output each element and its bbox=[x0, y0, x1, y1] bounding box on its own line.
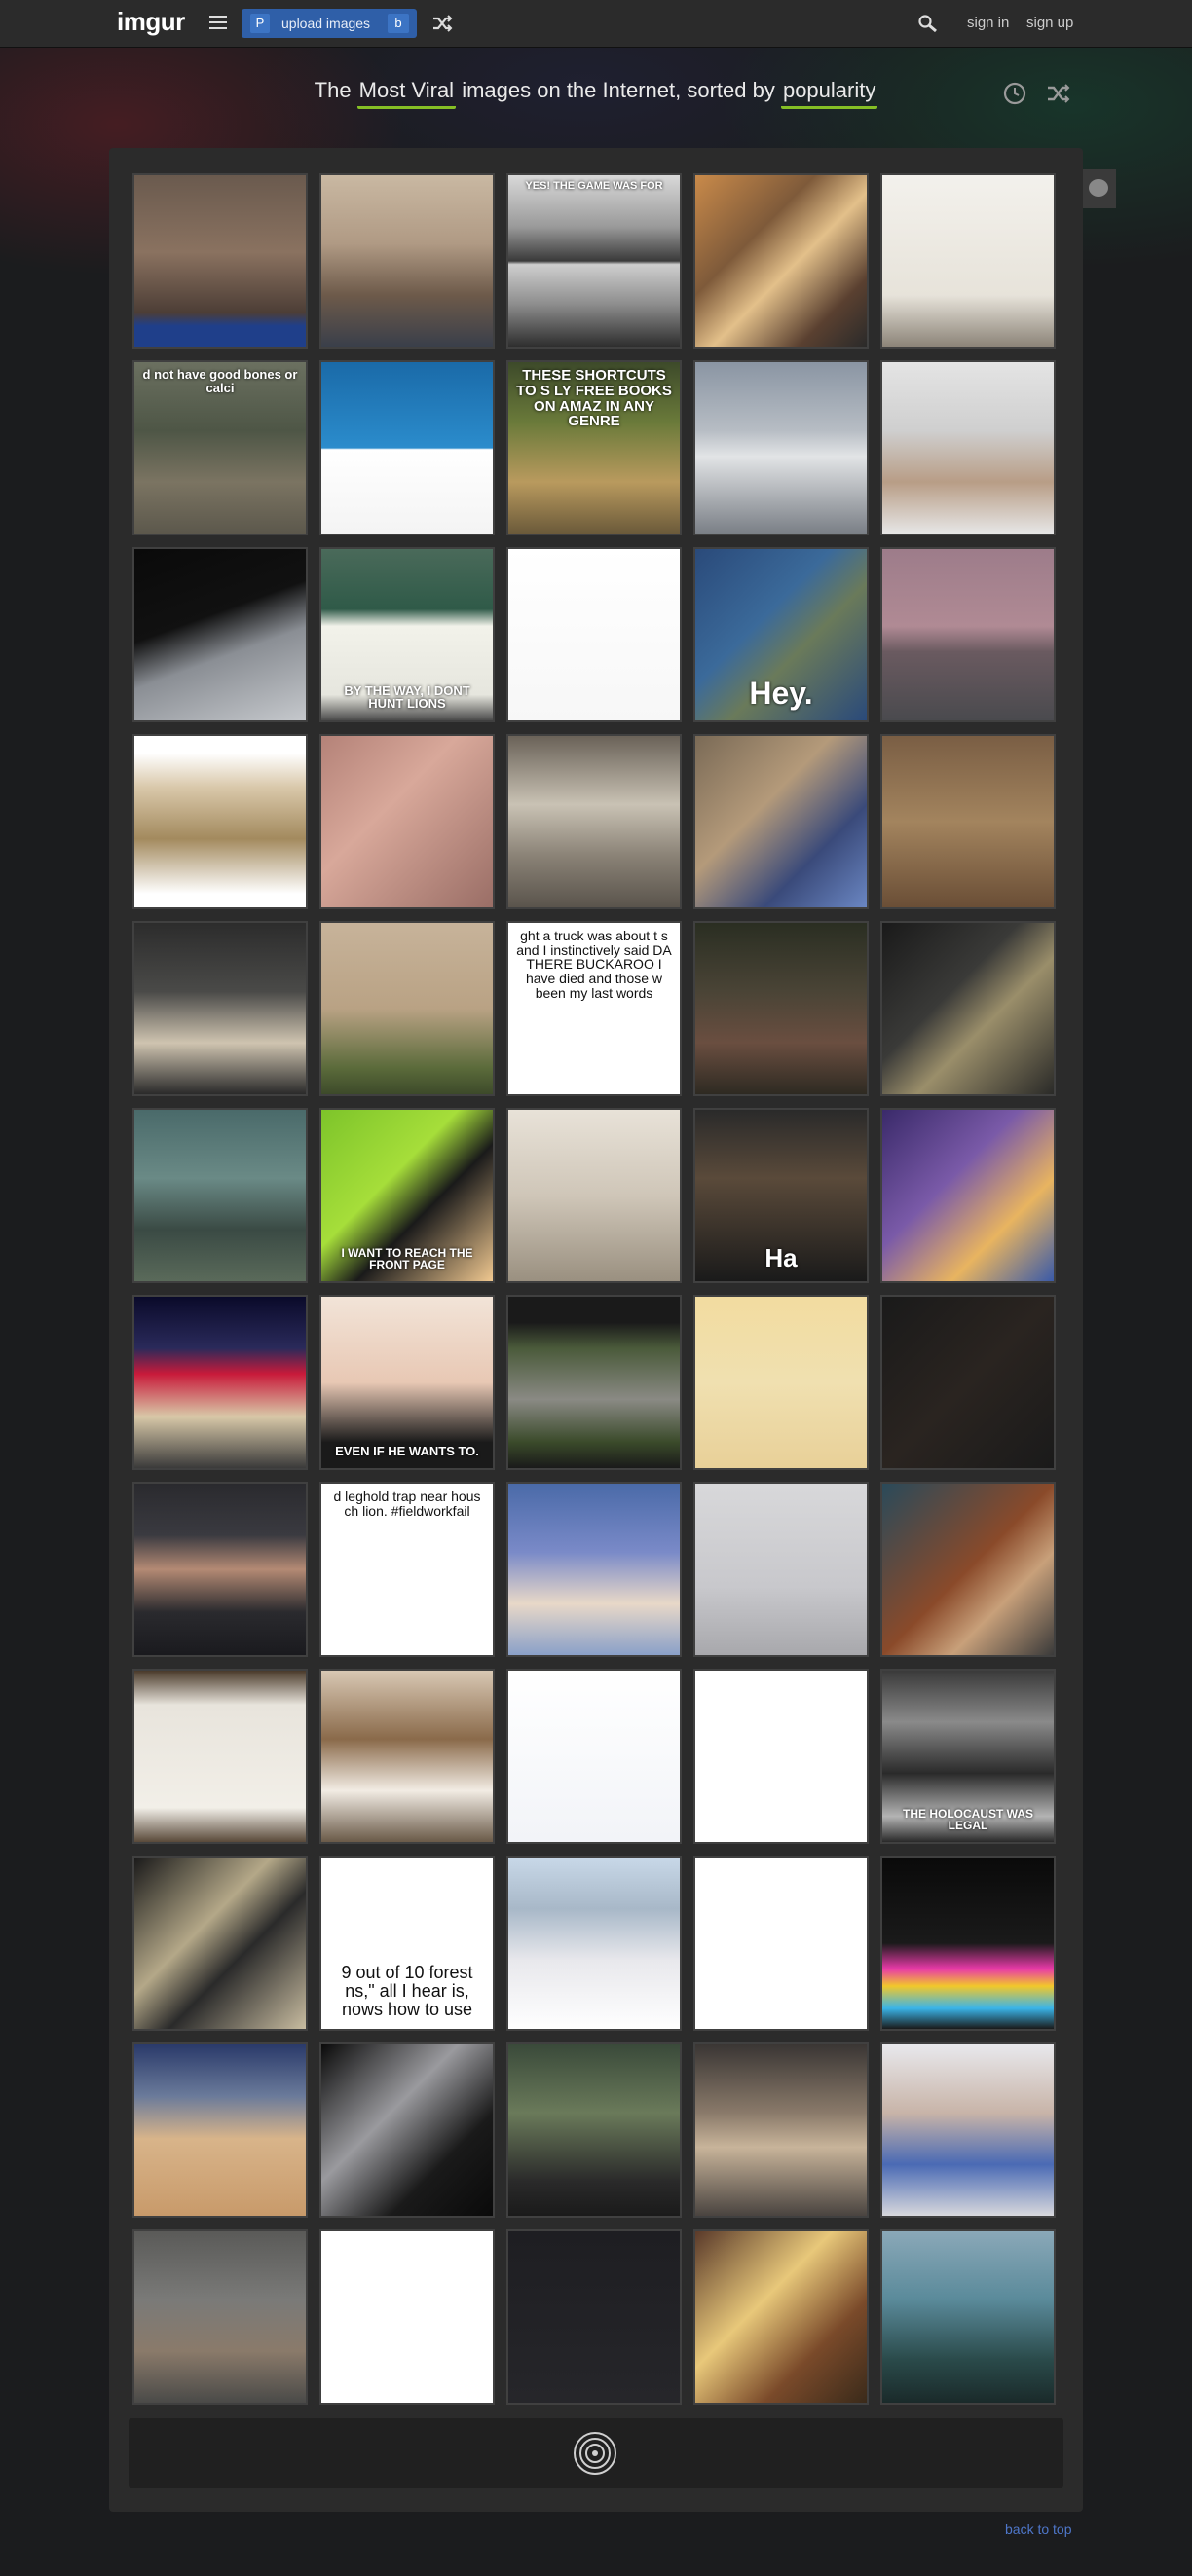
gallery-image-baby-meme[interactable]: EVEN IF HE WANTS TO. bbox=[319, 1295, 495, 1470]
clock-icon[interactable] bbox=[1003, 82, 1026, 105]
gallery-image-buckaroo-text[interactable]: ght a truck was about t s and I instinct… bbox=[506, 921, 682, 1096]
gallery-image-dark-man[interactable] bbox=[880, 1295, 1056, 1470]
gallery-image-facebook-comments[interactable] bbox=[506, 1669, 682, 1844]
gallery-image-car-dashboard[interactable] bbox=[880, 921, 1056, 1096]
gallery-image-code-editor[interactable] bbox=[506, 2229, 682, 2405]
gallery-image-painting-bed[interactable] bbox=[880, 1482, 1056, 1657]
chat-bubble-icon bbox=[1089, 179, 1108, 197]
gallery-image-tweet-fieldworkfail[interactable]: d leghold trap near hous ch lion. #field… bbox=[319, 1482, 495, 1657]
gallery-image-spray-bottle[interactable] bbox=[880, 734, 1056, 909]
gallery-image-cartoon-front-page[interactable]: I WANT TO REACH THE FRONT PAGE bbox=[319, 1108, 495, 1283]
upload-images-button[interactable]: P upload images b bbox=[242, 9, 417, 38]
upload-b-badge: b bbox=[388, 14, 409, 33]
gallery-image-store-shoppers[interactable] bbox=[880, 2042, 1056, 2218]
gallery-image-two-men-scene[interactable] bbox=[506, 2042, 682, 2218]
gallery-image-manta-ray-tweet[interactable] bbox=[319, 360, 495, 535]
image-caption: THESE SHORTCUTS TO S LY FREE BOOKS ON AM… bbox=[516, 367, 672, 430]
gallery-image-fantasy-tower[interactable] bbox=[880, 2229, 1056, 2405]
gallery-image-two-men-handshake[interactable] bbox=[319, 173, 495, 349]
gallery-image-runway-plane[interactable] bbox=[880, 547, 1056, 722]
gallery-image-couple-photo[interactable] bbox=[506, 1856, 682, 2031]
image-caption: BY THE WAY, I DONT HUNT LIONS bbox=[344, 682, 470, 712]
gallery-image-star-wars-model[interactable] bbox=[880, 360, 1056, 535]
gallery-image-kitchen-photo[interactable] bbox=[132, 734, 308, 909]
gallery-image-rainbow-road[interactable] bbox=[880, 1856, 1056, 2031]
gallery-image-crowd-horses[interactable] bbox=[693, 921, 869, 1096]
hamburger-menu-icon[interactable] bbox=[209, 16, 227, 29]
back-to-top-link[interactable]: back to top bbox=[1005, 2521, 1072, 2537]
gallery-image-cigarette-butts[interactable] bbox=[693, 173, 869, 349]
gallery-image-forest-quote[interactable]: 9 out of 10 forest ns," all I hear is, n… bbox=[319, 1856, 495, 2031]
gallery-image-duck-meme[interactable]: THESE SHORTCUTS TO S LY FREE BOOKS ON AM… bbox=[506, 360, 682, 535]
search-icon[interactable] bbox=[917, 14, 939, 33]
gallery-image-tile-floor[interactable] bbox=[132, 1856, 308, 2031]
gallery-image-laughing-man[interactable]: Ha bbox=[693, 1108, 869, 1283]
gallery-image-cartoon-shopping[interactable] bbox=[880, 1108, 1056, 1283]
gallery-image-hand-pacifier[interactable] bbox=[319, 734, 495, 909]
gallery-image-skyrim-scene[interactable]: d not have good bones or calci bbox=[132, 360, 308, 535]
image-caption: d not have good bones or calci bbox=[142, 367, 298, 395]
heading-text-pre: The bbox=[314, 78, 357, 102]
loading-bar bbox=[129, 2418, 1063, 2488]
gallery-image-white-snake[interactable] bbox=[132, 921, 308, 1096]
upload-images-label: upload images bbox=[281, 16, 371, 31]
gallery-image-bear-wolf-field[interactable] bbox=[319, 921, 495, 1096]
image-caption: EVEN IF HE WANTS TO. bbox=[335, 1444, 479, 1459]
gallery-image-sticky-notes[interactable] bbox=[693, 2229, 869, 2405]
heading-text-mid: images on the Internet, sorted by bbox=[462, 78, 781, 102]
gallery-image-mri-machine[interactable] bbox=[506, 734, 682, 909]
gallery-image-sheep-closeup[interactable] bbox=[506, 1108, 682, 1283]
gallery-image-laptop-desk[interactable] bbox=[693, 1482, 869, 1657]
image-caption: Hey. bbox=[749, 676, 813, 712]
image-caption: d leghold trap near hous ch lion. #field… bbox=[333, 1489, 481, 1519]
gallery-image-lesson-text[interactable] bbox=[693, 1856, 869, 2031]
gallery-image-obama-tweet[interactable] bbox=[319, 2229, 495, 2405]
comments-side-tab[interactable] bbox=[1079, 169, 1116, 208]
gallery-image-map-hey[interactable]: Hey. bbox=[693, 547, 869, 722]
gallery-image-hand-cat[interactable] bbox=[132, 2229, 308, 2405]
sign-in-link[interactable]: sign in bbox=[967, 15, 1009, 31]
sort-selector[interactable]: popularity bbox=[780, 78, 878, 109]
gallery-image-star-destroyer[interactable] bbox=[319, 2042, 495, 2218]
gallery-image-crowd-stadium[interactable] bbox=[132, 173, 308, 349]
gallery-image-dog-selfie[interactable] bbox=[693, 734, 869, 909]
section-selector[interactable]: Most Viral bbox=[356, 78, 457, 109]
gallery-image-collie-dog[interactable] bbox=[319, 1669, 495, 1844]
gallery-image-comic-strip[interactable] bbox=[693, 1295, 869, 1470]
image-caption: THE HOLOCAUST WAS LEGAL bbox=[903, 1806, 1033, 1833]
image-caption: I WANT TO REACH THE FRONT PAGE bbox=[341, 1245, 473, 1272]
top-bar: imgur P upload images b sign in sign up bbox=[0, 0, 1192, 48]
shuffle-icon[interactable] bbox=[431, 14, 453, 33]
image-caption: 9 out of 10 forest ns," all I hear is, n… bbox=[341, 1963, 473, 2020]
gallery-image-window-view[interactable] bbox=[132, 547, 308, 722]
gallery-image-jet-crash[interactable] bbox=[132, 1108, 308, 1283]
gallery-image-history-meme[interactable]: THE HOLOCAUST WAS LEGAL bbox=[880, 1669, 1056, 1844]
gallery-image-road-chicken[interactable] bbox=[506, 1295, 682, 1470]
gallery-image-egyptian-statue[interactable] bbox=[693, 2042, 869, 2218]
sign-up-link[interactable]: sign up bbox=[1026, 15, 1073, 31]
gallery-image-kids-gym[interactable] bbox=[132, 2042, 308, 2218]
gallery-image-two-women[interactable] bbox=[506, 1482, 682, 1657]
gallery-image-monks-meme[interactable]: YES! THE GAME WAS FOR bbox=[506, 173, 682, 349]
gallery-image-handwritten-note[interactable] bbox=[880, 173, 1056, 349]
gallery-image-basketball-court[interactable] bbox=[132, 1295, 308, 1470]
gallery-image-depression-pie[interactable] bbox=[693, 1669, 869, 1844]
gallery-image-tweet-jackal[interactable] bbox=[506, 547, 682, 722]
gallery-image-video-editor[interactable] bbox=[132, 1482, 308, 1657]
image-caption: YES! THE GAME WAS FOR bbox=[525, 180, 663, 192]
gallery-image-handwritten-list[interactable] bbox=[132, 1669, 308, 1844]
image-caption: Ha bbox=[764, 1242, 798, 1272]
gallery-image-dental-sign[interactable]: BY THE WAY, I DONT HUNT LIONS bbox=[319, 547, 495, 722]
gallery-image-white-airship[interactable] bbox=[693, 360, 869, 535]
loading-spinner-icon bbox=[574, 2432, 616, 2475]
random-shuffle-icon[interactable] bbox=[1046, 83, 1071, 104]
imgur-logo[interactable]: imgur bbox=[117, 7, 185, 37]
image-caption: ght a truck was about t s and I instinct… bbox=[516, 928, 672, 1001]
upload-p-badge: P bbox=[250, 14, 270, 33]
